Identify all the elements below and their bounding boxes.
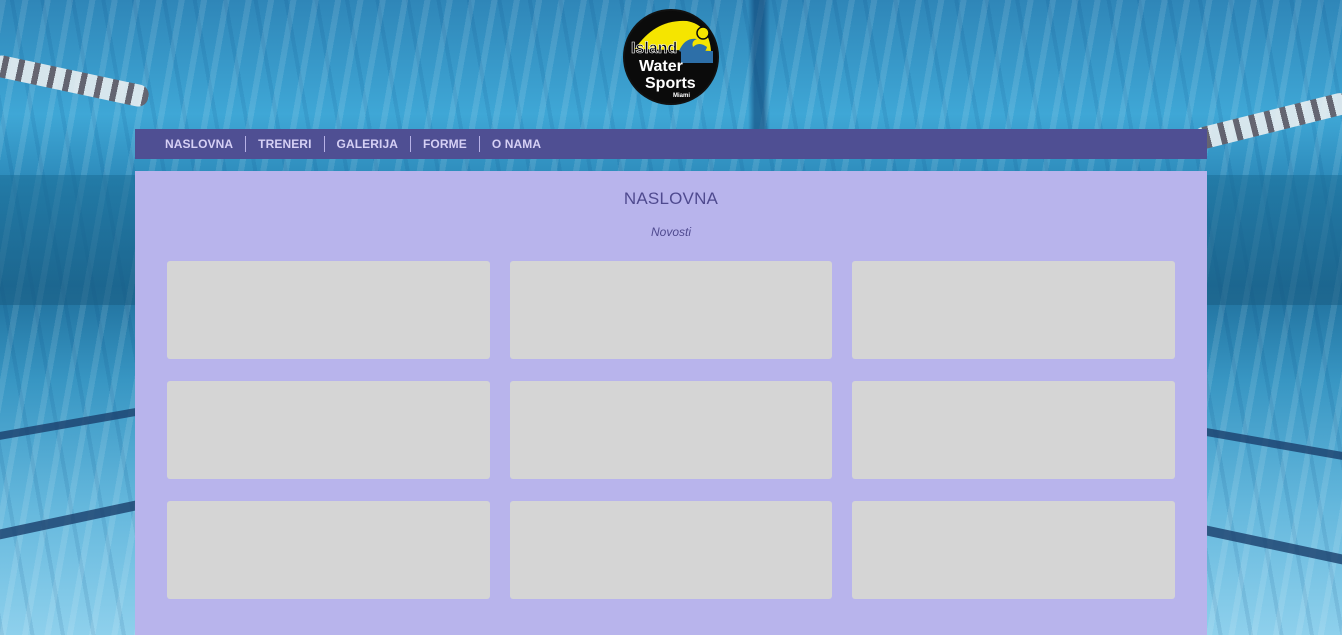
nav-item-naslovna[interactable]: NASLOVNA [153, 136, 245, 152]
news-card-4[interactable] [167, 381, 490, 479]
lane-line-left [0, 408, 135, 440]
news-grid [167, 261, 1175, 599]
news-card-2[interactable] [510, 261, 832, 359]
nav-item-forme[interactable]: FORME [410, 136, 479, 152]
lane-line-right [1207, 428, 1342, 460]
news-card-3[interactable] [852, 261, 1175, 359]
logo-line-2: Water [639, 58, 683, 75]
lane-rope-right [1191, 90, 1342, 152]
section-subtitle: Novosti [650, 225, 691, 239]
news-card-6[interactable] [852, 381, 1175, 479]
logo-line-3: Sports [645, 75, 696, 92]
nav-item-o-nama[interactable]: O NAMA [478, 136, 553, 152]
main-content-panel: NASLOVNA Novosti [135, 171, 1207, 635]
site-logo[interactable]: Island Water Sports Miami [625, 11, 717, 103]
logo-line-4: Miami [673, 93, 690, 99]
island-water-sports-logo-icon: Island Water Sports Miami [625, 11, 717, 103]
news-card-7[interactable] [167, 501, 490, 599]
nav-item-treneri[interactable]: TRENERI [245, 136, 323, 152]
lane-rope-left [0, 53, 151, 109]
pool-lane-stripe [748, 0, 770, 130]
pool-wall-right [1207, 175, 1342, 305]
news-card-9[interactable] [852, 501, 1175, 599]
lane-line-left-2 [0, 500, 135, 540]
nav-item-galerija[interactable]: GALERIJA [323, 136, 410, 152]
news-card-8[interactable] [510, 501, 832, 599]
news-card-5[interactable] [510, 381, 832, 479]
lane-line-right-2 [1207, 525, 1342, 565]
logo-line-1: Island [631, 40, 677, 57]
main-navigation: NASLOVNA TRENERI GALERIJA FORME O NAMA [135, 129, 1207, 159]
pool-wall-left [0, 175, 135, 305]
page-title: NASLOVNA [623, 189, 719, 208]
news-card-1[interactable] [167, 261, 490, 359]
